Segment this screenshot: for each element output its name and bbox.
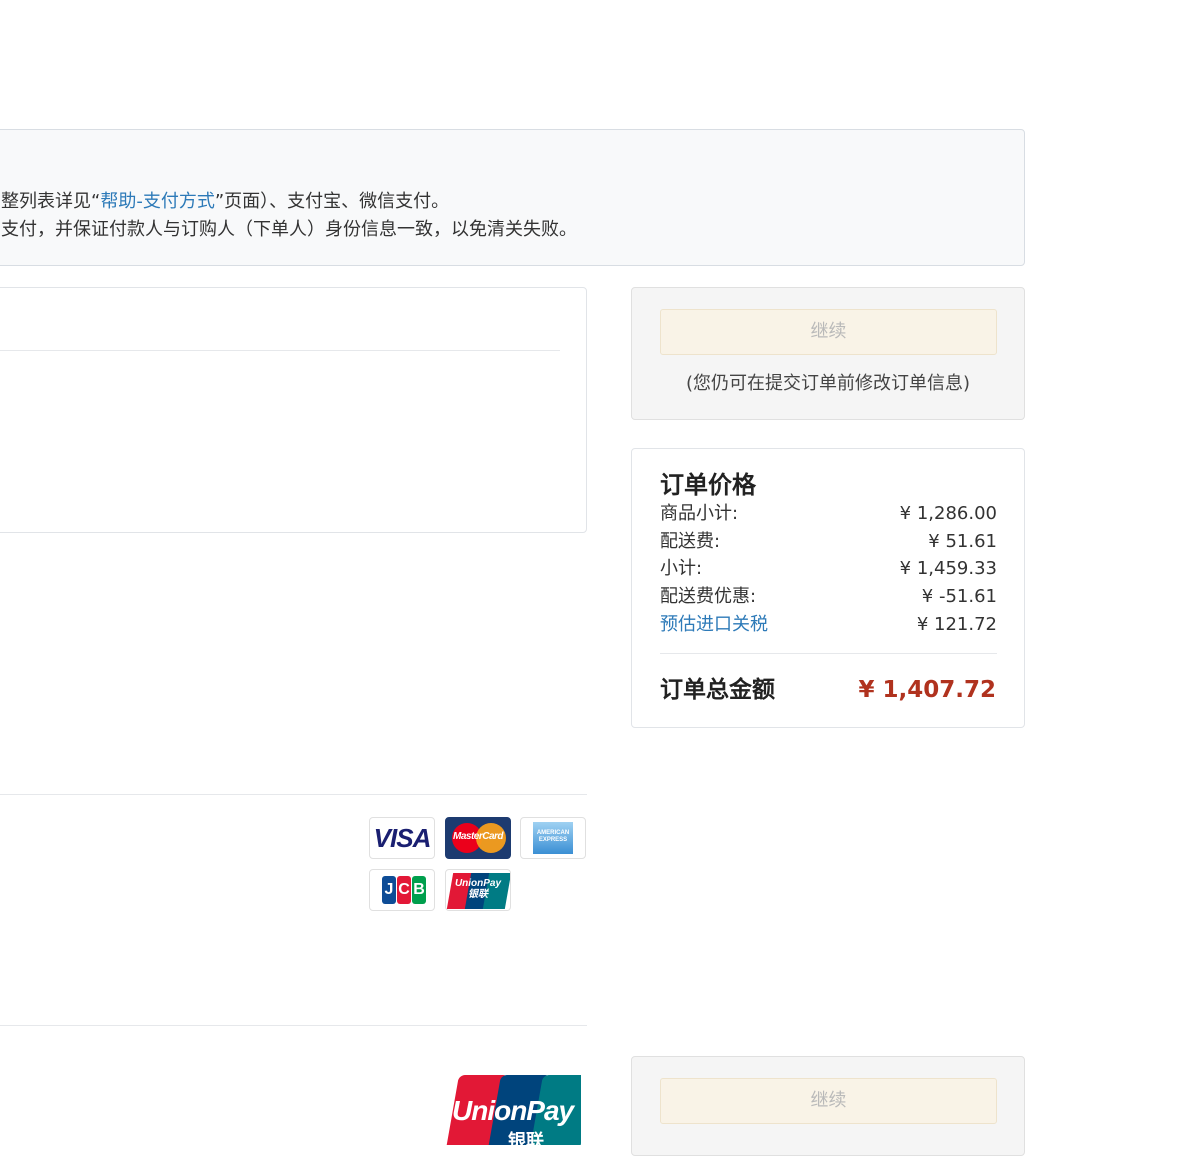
jcb-c: C bbox=[397, 876, 411, 904]
panel-divider bbox=[0, 350, 560, 351]
price-label: 小计: bbox=[660, 558, 703, 579]
visa-logo-icon: VISA bbox=[369, 817, 435, 859]
price-row-sum: 小计: ¥ 1,459.33 bbox=[660, 556, 997, 582]
price-label: 商品小计: bbox=[660, 503, 739, 524]
import-duty-link[interactable]: 预估进口关税 bbox=[660, 612, 768, 638]
price-label: 配送费: bbox=[660, 531, 721, 552]
price-value: ¥ 51.61 bbox=[928, 531, 997, 552]
payment-notice-box: 整列表详见“帮助-支付方式”页面）、支付宝、微信支付。 支付，并保证付款人与订购… bbox=[0, 129, 1025, 266]
order-price-panel: 订单价格 商品小计: ¥ 1,286.00 配送费: ¥ 51.61 小计: ¥… bbox=[631, 448, 1025, 728]
notice-line-1-pre: 整列表详见“ bbox=[1, 191, 101, 212]
price-value: ¥ 1,286.00 bbox=[899, 503, 997, 524]
continue-button-bottom[interactable]: 继续 bbox=[660, 1078, 997, 1124]
amex-box: AMERICAN EXPRESS bbox=[533, 822, 573, 854]
price-row-subtotal: 商品小计: ¥ 1,286.00 bbox=[660, 501, 997, 527]
section-divider bbox=[0, 794, 587, 795]
amex-logo-icon: AMERICAN EXPRESS bbox=[520, 817, 586, 859]
notice-line-1-post: ”页面）、支付宝、微信支付。 bbox=[214, 191, 450, 212]
visa-text: VISA bbox=[373, 823, 432, 853]
unionpay-small-name: UnionPay bbox=[454, 878, 502, 889]
jcb-b: B bbox=[412, 876, 426, 904]
amex-text: AMERICAN EXPRESS bbox=[536, 830, 570, 843]
notice-line-1: 整列表详见“帮助-支付方式”页面）、支付宝、微信支付。 bbox=[1, 190, 449, 214]
continue-note: (您仍可在提交订单前修改订单信息) bbox=[685, 373, 971, 394]
unionpay-small-cn: 银联 bbox=[468, 889, 488, 900]
notice-line-2: 支付，并保证付款人与订购人（下单人）身份信息一致，以免清关失败。 bbox=[1, 219, 577, 240]
mastercard-logo-icon: MasterCard bbox=[445, 817, 511, 859]
price-value: ¥ -51.61 bbox=[921, 586, 997, 607]
price-row-import-duty: 预估进口关税 ¥ 121.72 bbox=[660, 612, 997, 638]
price-value: ¥ 121.72 bbox=[916, 614, 997, 635]
price-row-shipping-discount: 配送费优惠: ¥ -51.61 bbox=[660, 584, 997, 610]
unionpay-big-cn: 银联 bbox=[508, 1131, 544, 1145]
jcb-logo-icon: J C B bbox=[369, 869, 435, 911]
price-divider bbox=[660, 653, 997, 654]
payment-methods-help-link[interactable]: 帮助-支付方式 bbox=[100, 191, 215, 212]
price-row-shipping: 配送费: ¥ 51.61 bbox=[660, 529, 997, 555]
unionpay-small-logo-icon: UnionPay 银联 bbox=[445, 869, 511, 911]
price-label: 配送费优惠: bbox=[660, 586, 757, 607]
mastercard-text: MasterCard bbox=[452, 831, 504, 842]
price-value: ¥ 1,459.33 bbox=[899, 558, 997, 579]
section-divider bbox=[0, 1025, 587, 1026]
unionpay-small-text: UnionPay 银联 bbox=[446, 878, 510, 900]
unionpay-big-logo-icon: UnionPay 银联 bbox=[446, 1075, 581, 1145]
order-price-title: 订单价格 bbox=[660, 471, 756, 499]
unionpay-big-name: UnionPay bbox=[452, 1095, 574, 1126]
continue-panel-bottom: 继续 bbox=[631, 1056, 1025, 1156]
order-total-label: 订单总金额 bbox=[660, 677, 775, 703]
order-total-value: ¥ 1,407.72 bbox=[858, 677, 996, 703]
jcb-j: J bbox=[382, 876, 396, 904]
payment-method-panel bbox=[0, 287, 587, 533]
continue-panel: 继续 (您仍可在提交订单前修改订单信息) bbox=[631, 287, 1025, 420]
continue-button[interactable]: 继续 bbox=[660, 309, 997, 355]
